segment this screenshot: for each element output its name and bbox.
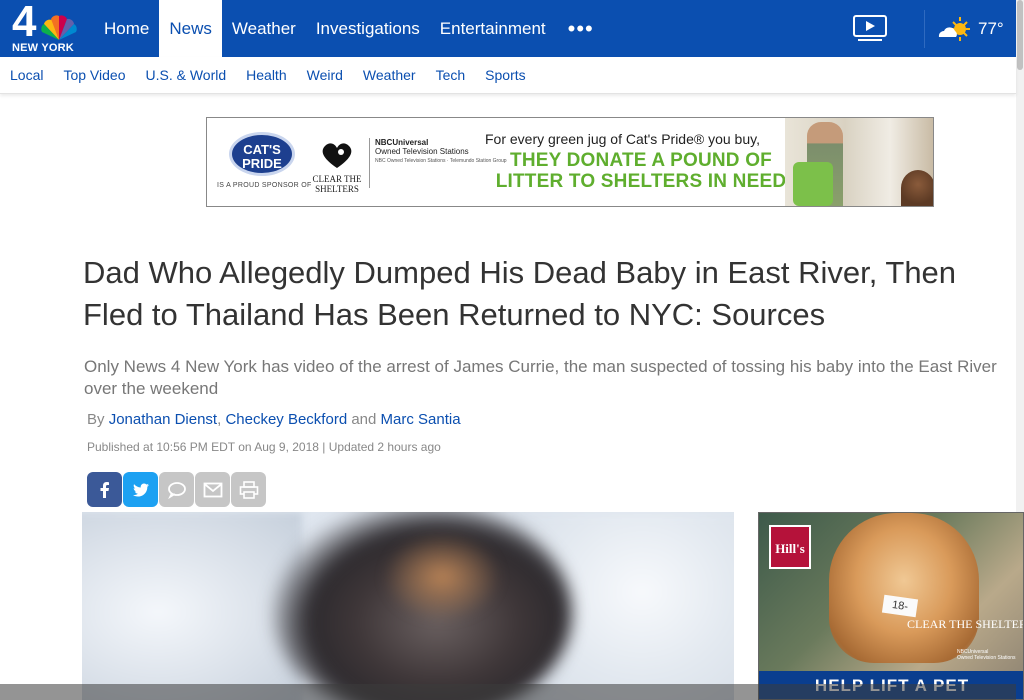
logo-station-name: NEW YORK [12,42,74,54]
subnav-item-weird[interactable]: Weird [307,67,343,83]
article-title: Dad Who Allegedly Dumped His Dead Baby i… [83,252,1024,336]
share-print-button[interactable] [231,472,266,507]
author-link-marc-santia[interactable]: Marc Santia [381,411,461,428]
weather-widget[interactable]: 77° [936,14,1004,44]
comment-icon [167,481,186,499]
video-play-icon[interactable] [852,14,888,42]
subnav-item-tech[interactable]: Tech [436,67,466,83]
hero-blur-highlight [382,532,502,622]
article-summary: Only News 4 New York has video of the ar… [84,356,1024,400]
subnav-item-local[interactable]: Local [10,67,43,83]
email-icon [203,482,222,497]
nbc-new-york-logo[interactable]: 4 NEW YORK [0,0,94,57]
share-toolbar [87,472,266,507]
author-link-jonathan-dienst[interactable]: Jonathan Dienst [109,411,217,428]
subnav-item-sports[interactable]: Sports [485,67,525,83]
banner-photo [785,118,933,206]
article-summary-line-1: Only News 4 New York has video of the ar… [84,357,997,376]
nav-divider [924,10,925,48]
banner-photo-cat [901,170,933,206]
top-navigation-bar: 4 NEW YORK Home News Weather Investigati… [0,0,1024,57]
byline-separator: , [217,411,222,428]
nav-item-news[interactable]: News [159,0,222,57]
banner-headline: For every green jug of Cat's Pride® you … [485,131,760,147]
subnav-item-top-video[interactable]: Top Video [63,67,125,83]
sidebar-advertisement[interactable]: Hill's 18- CLEAR THE SHELTERS NBCUnivers… [758,512,1024,700]
article-published-date: Published at 10:56 PM EDT on Aug 9, 2018… [87,440,441,454]
cats-pride-logo: CAT'S PRIDE [229,132,295,176]
share-comment-button[interactable] [159,472,194,507]
ad-nbcu-line-2: Owned Television Stations [957,655,1016,661]
bottom-overlay-bar [0,684,1016,700]
nav-item-entertainment[interactable]: Entertainment [430,0,556,57]
banner-green-line-1: THEY DONATE A POUND OF [510,150,772,171]
clear-the-shelters-label: CLEAR THE SHELTERS [312,174,362,194]
subnav-item-weather[interactable]: Weather [363,67,416,83]
weather-temperature: 77° [978,19,1004,38]
subnav-item-health[interactable]: Health [246,67,286,83]
article-title-line-2: Fled to Thailand Has Been Returned to NY… [83,297,826,332]
banner-advertisement[interactable]: CAT'S PRIDE IS A PROUD SPONSOR OF CLEAR … [206,117,934,207]
ad-clear-the-shelters-label: CLEAR THE SHELTERS [907,617,1024,631]
share-twitter-button[interactable] [123,472,158,507]
nav-item-investigations[interactable]: Investigations [306,0,430,57]
nav-item-home[interactable]: Home [94,0,159,57]
sub-navigation-bar: Local Top Video U.S. & World Health Weir… [0,57,1016,94]
print-icon [239,480,258,499]
ad-kitten-image [829,513,979,663]
partly-sunny-icon [938,17,970,41]
banner-photo-jug [793,162,833,206]
share-email-button[interactable] [195,472,230,507]
author-link-checkey-beckford[interactable]: Checkey Beckford [225,411,347,428]
banner-sponsor-text: IS A PROUD SPONSOR OF [217,182,312,189]
nav-item-weather[interactable]: Weather [222,0,306,57]
banner-green-line-2: LITTER TO SHELTERS IN NEED [495,171,787,192]
ad-nbcu-block: NBCUniversal Owned Television Stations [957,649,1016,661]
twitter-icon [132,483,149,496]
logo-number: 4 [12,0,37,46]
banner-green-text: THEY DONATE A POUND OF LITTER TO SHELTER… [475,150,807,192]
share-facebook-button[interactable] [87,472,122,507]
subnav-item-us-world[interactable]: U.S. & World [145,67,226,83]
byline-and: and [351,411,377,428]
main-nav: Home News Weather Investigations Enterta… [94,0,606,57]
hills-logo: Hill's [769,525,811,569]
hero-blur-left [82,512,302,700]
article-hero-video[interactable] [82,512,734,700]
byline-prefix: By [87,411,105,428]
more-menu-button[interactable]: ••• [556,0,606,57]
scrollbar-thumb[interactable] [1017,0,1023,70]
article-byline: By Jonathan Dienst, Checkey Beckford and… [87,411,461,428]
nbc-peacock-icon [41,15,77,41]
article-title-line-1: Dad Who Allegedly Dumped His Dead Baby i… [83,255,957,290]
facebook-icon [100,481,109,498]
article-summary-line-2: over the weekend [84,379,219,398]
